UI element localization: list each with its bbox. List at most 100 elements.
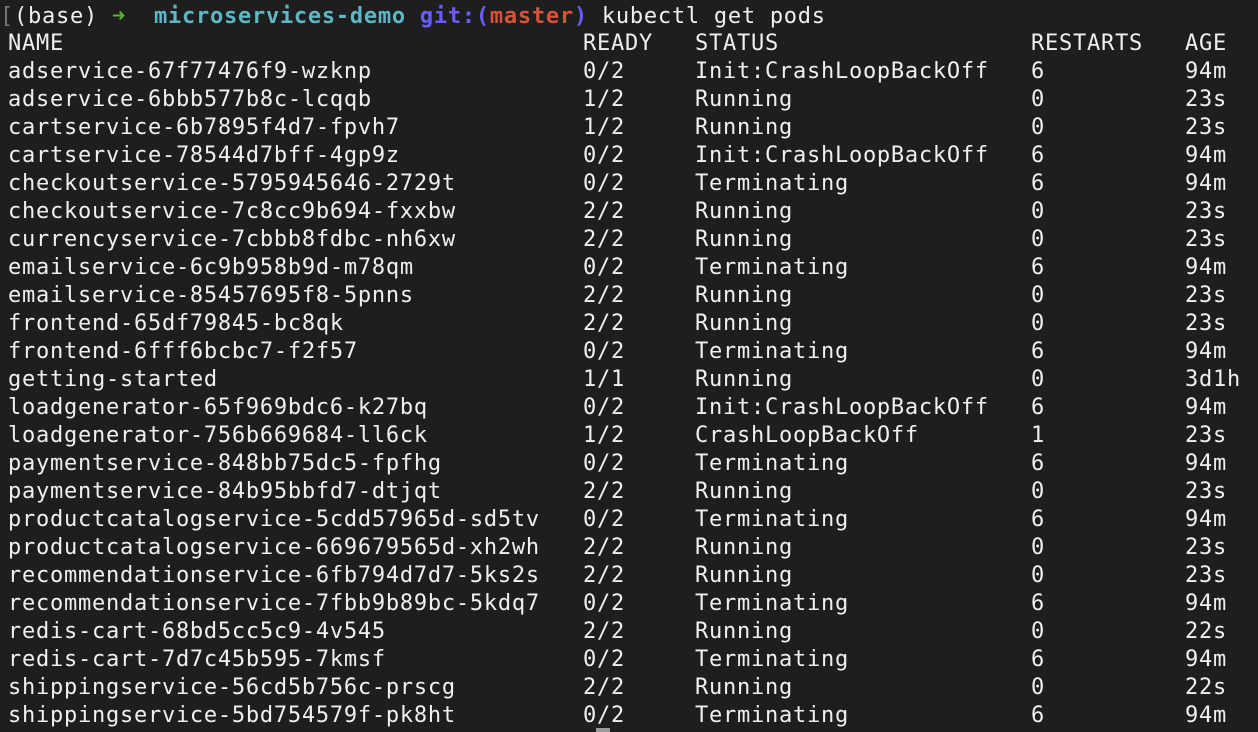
pod-ready: 2/2 (583, 199, 625, 224)
pod-age: 23s (1185, 227, 1227, 252)
pod-age: 22s (1185, 619, 1227, 644)
table-row: checkoutservice-5795945646-2729t 0/2 Termi… (0, 170, 1258, 198)
header-age: AGE (1185, 31, 1227, 56)
command-text: kubectl get pods (601, 4, 826, 29)
pod-age: 94m (1185, 171, 1227, 196)
pod-name: cartservice-6b7895f4d7-fpvh7 (8, 115, 400, 140)
pod-restarts: 0 (1031, 563, 1045, 588)
pod-status: Running (695, 367, 793, 392)
pod-ready: 2/2 (583, 227, 625, 252)
pod-name: redis-cart-7d7c45b595-7kmsf (8, 647, 386, 672)
pod-status: Terminating (695, 507, 849, 532)
pod-ready: 0/2 (583, 703, 625, 728)
table-row: paymentservice-84b95bbfd7-dtjqt 2/2 Runnin… (0, 478, 1258, 506)
pod-restarts: 0 (1031, 115, 1045, 140)
pod-age: 94m (1185, 255, 1227, 280)
pod-restarts: 0 (1031, 199, 1045, 224)
pod-ready: 0/2 (583, 143, 625, 168)
pod-restarts: 0 (1031, 479, 1045, 504)
pod-ready: 0/2 (583, 59, 625, 84)
pod-name: recommendationservice-6fb794d7d7-5ks2s (8, 563, 540, 588)
pod-ready: 2/2 (583, 479, 625, 504)
pod-restarts: 0 (1031, 535, 1045, 560)
pod-restarts: 0 (1031, 87, 1045, 112)
pod-restarts: 0 (1031, 675, 1045, 700)
pod-ready: 1/2 (583, 423, 625, 448)
pod-age: 94m (1185, 647, 1227, 672)
pod-status: Terminating (695, 339, 849, 364)
header-status: STATUS (695, 31, 779, 56)
arrow-icon: ➜ (111, 4, 126, 29)
table-row: loadgenerator-756b669684-ll6ck 1/2 CrashLo… (0, 422, 1258, 450)
pod-status: Terminating (695, 171, 849, 196)
prompt-bracket: [ (0, 4, 14, 29)
pod-status: Terminating (695, 703, 849, 728)
pod-status: Running (695, 535, 793, 560)
pod-status: Running (695, 199, 793, 224)
pod-age: 22s (1185, 675, 1227, 700)
pod-ready: 2/2 (583, 619, 625, 644)
table-row: adservice-6bbb577b8c-lcqqb 1/2 Running 0 23s (0, 86, 1258, 114)
prompt-line: [(base) ➜ microservices-demo git:(master… (0, 3, 1258, 31)
pod-age: 94m (1185, 339, 1227, 364)
header-name: NAME (8, 31, 64, 56)
pod-status: Running (695, 311, 793, 336)
pod-status: Init:CrashLoopBackOff (695, 143, 989, 168)
table-row: recommendationservice-7fbb9b89bc-5kdq7 0/… (0, 590, 1258, 618)
pod-restarts: 6 (1031, 143, 1045, 168)
pod-age: 23s (1185, 311, 1227, 336)
pod-status: Running (695, 227, 793, 252)
pod-restarts: 6 (1031, 647, 1045, 672)
pod-name: paymentservice-84b95bbfd7-dtjqt (8, 479, 442, 504)
pod-restarts: 0 (1031, 619, 1045, 644)
pod-status: Running (695, 619, 793, 644)
pod-age: 94m (1185, 451, 1227, 476)
git-suffix: ) (573, 4, 588, 29)
pod-age: 23s (1185, 115, 1227, 140)
pod-status: Running (695, 115, 793, 140)
pod-restarts: 0 (1031, 283, 1045, 308)
pod-age: 94m (1185, 703, 1227, 728)
pod-ready: 0/2 (583, 395, 625, 420)
terminal-cursor (596, 728, 610, 732)
pod-restarts: 0 (1031, 311, 1045, 336)
table-row: cartservice-6b7895f4d7-fpvh7 1/2 Running 0 2… (0, 114, 1258, 142)
pod-status: Running (695, 87, 793, 112)
pod-status: Running (695, 563, 793, 588)
pod-restarts: 6 (1031, 703, 1045, 728)
table-row: emailservice-6c9b958b9d-m78qm 0/2 Terminat… (0, 254, 1258, 282)
table-row: shippingservice-56cd5b756c-prscg 2/2 Runni… (0, 674, 1258, 702)
table-row: redis-cart-7d7c45b595-7kmsf 0/2 Terminatin… (0, 646, 1258, 674)
pod-restarts: 6 (1031, 59, 1045, 84)
pod-status: CrashLoopBackOff (695, 423, 919, 448)
pod-name: productcatalogservice-669679565d-xh2wh (8, 535, 540, 560)
table-row: redis-cart-68bd5cc5c9-4v545 2/2 Running 0 22… (0, 618, 1258, 646)
pod-restarts: 6 (1031, 451, 1045, 476)
table-row: checkoutservice-7c8cc9b694-fxxbw 2/2 Runni… (0, 198, 1258, 226)
conda-env: (base) (14, 4, 98, 29)
pod-age: 94m (1185, 507, 1227, 532)
pod-age: 94m (1185, 591, 1227, 616)
pod-name: adservice-67f77476f9-wzknp (8, 59, 372, 84)
pod-name: getting-started (8, 367, 218, 392)
pod-age: 23s (1185, 563, 1227, 588)
pod-name: emailservice-85457695f8-5pnns (8, 283, 414, 308)
table-row: currencyservice-7cbbb8fdbc-nh6xw 2/2 Runni… (0, 226, 1258, 254)
pod-restarts: 6 (1031, 339, 1045, 364)
pod-ready: 1/2 (583, 115, 625, 140)
pod-age: 23s (1185, 199, 1227, 224)
pod-name: checkoutservice-5795945646-2729t (8, 171, 456, 196)
table-row: cartservice-78544d7bff-4gp9z 0/2 Init:Cras… (0, 142, 1258, 170)
pod-ready: 2/2 (583, 535, 625, 560)
table-row: frontend-6fff6bcbc7-f2f57 0/2 Terminating 6… (0, 338, 1258, 366)
pod-name: redis-cart-68bd5cc5c9-4v545 (8, 619, 386, 644)
table-header: NAME READY STATUS RESTARTS AGE (0, 30, 1258, 58)
pod-age: 3d1h (1185, 367, 1241, 392)
table-row: emailservice-85457695f8-5pnns 2/2 Running 0… (0, 282, 1258, 310)
pod-restarts: 6 (1031, 395, 1045, 420)
pod-age: 94m (1185, 143, 1227, 168)
pod-name: productcatalogservice-5cdd57965d-sd5tv (8, 507, 540, 532)
pod-ready: 1/2 (583, 87, 625, 112)
pod-status: Running (695, 283, 793, 308)
pod-name: shippingservice-5bd754579f-pk8ht (8, 703, 456, 728)
